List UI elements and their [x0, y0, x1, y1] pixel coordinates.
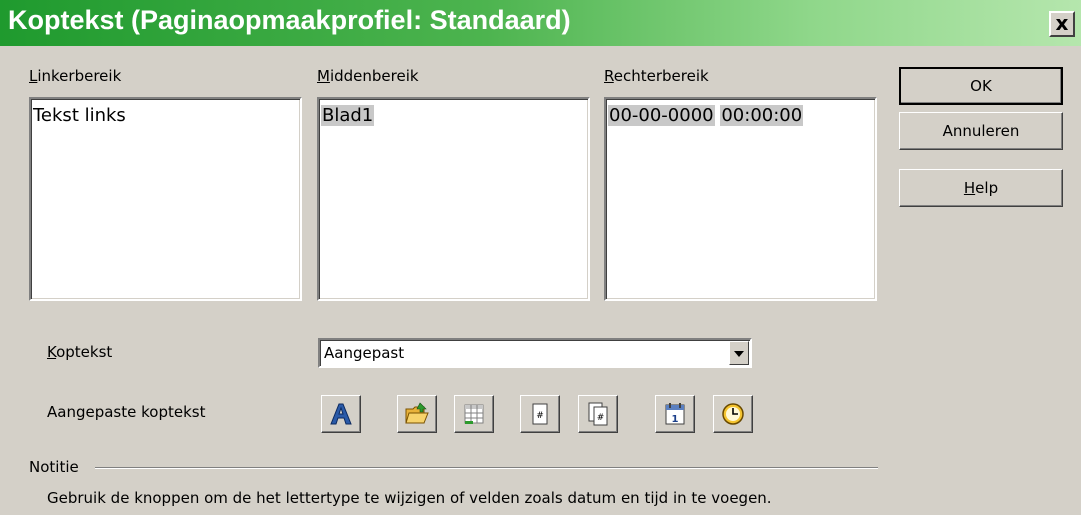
- sheet-name-button[interactable]: [454, 395, 494, 433]
- center-area-editor[interactable]: Blad1: [317, 97, 590, 301]
- date-field: 00-00-0000: [608, 105, 715, 126]
- page-number-icon: #: [532, 403, 548, 425]
- note-heading: Notitie: [29, 458, 79, 476]
- svg-text:#: #: [536, 411, 544, 421]
- page-count-button[interactable]: #: [578, 395, 618, 433]
- svg-text:#: #: [597, 413, 605, 423]
- note-separator: [95, 467, 878, 469]
- left-area-label: Linkerbereik: [29, 67, 122, 85]
- left-area-editor[interactable]: Tekst links: [29, 97, 302, 301]
- sheet-name-field: Blad1: [321, 105, 375, 126]
- time-field: 00:00:00: [720, 105, 804, 126]
- right-area-label: Rechterbereik: [604, 67, 709, 85]
- text-attributes-icon: [330, 403, 352, 425]
- note-text: Gebruik de knoppen om de het lettertype …: [47, 489, 772, 507]
- close-button[interactable]: x: [1049, 11, 1075, 37]
- header-select-value: Aangepast: [324, 344, 405, 362]
- page-count-icon: #: [588, 402, 608, 426]
- title-bar: Koptekst (Paginaopmaakprofiel: Standaard…: [0, 0, 1081, 46]
- center-area-label: Middenbereik: [317, 67, 419, 85]
- date-button[interactable]: 1: [655, 395, 695, 433]
- header-select-label: Koptekst: [47, 343, 113, 361]
- time-icon: [722, 403, 744, 425]
- dialog-title: Koptekst (Paginaopmaakprofiel: Standaard…: [8, 5, 571, 35]
- page-number-button[interactable]: #: [520, 395, 560, 433]
- right-area-editor[interactable]: 00-00-0000 00:00:00: [604, 97, 877, 301]
- time-button[interactable]: [713, 395, 753, 433]
- ok-button[interactable]: OK: [899, 67, 1063, 105]
- custom-header-label: Aangepaste koptekst: [47, 403, 206, 421]
- svg-text:1: 1: [672, 414, 679, 425]
- text-attributes-button[interactable]: [321, 395, 361, 433]
- cancel-button[interactable]: Annuleren: [899, 112, 1063, 150]
- left-area-text: Tekst links: [33, 105, 126, 126]
- help-button[interactable]: Help: [899, 169, 1063, 207]
- file-name-icon: [405, 402, 429, 424]
- file-name-button[interactable]: [397, 395, 437, 433]
- sheet-name-icon: [464, 404, 484, 424]
- date-icon: 1: [665, 403, 685, 425]
- dropdown-arrow-icon[interactable]: [729, 341, 749, 365]
- header-select[interactable]: Aangepast: [318, 338, 752, 368]
